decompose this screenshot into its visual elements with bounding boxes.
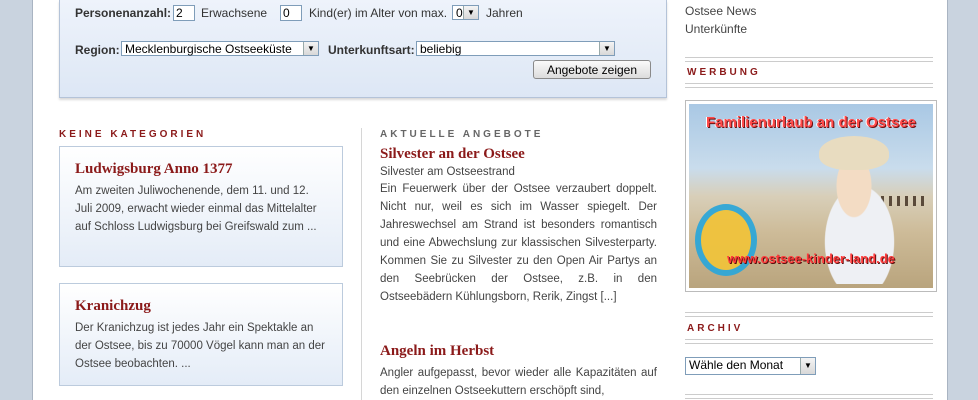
children-input[interactable]: 0: [280, 5, 302, 21]
page-container: Personenanzahl: 2 Erwachsene 0 Kind(er) …: [32, 0, 948, 400]
region-label: Region:: [75, 43, 120, 57]
offer-subtitle: Silvester am Ostseestrand: [380, 166, 515, 178]
sidebar-link-unterkuenfte[interactable]: Unterkünfte: [685, 22, 747, 36]
ad-title: Familienurlaub an der Ostsee: [705, 114, 917, 131]
offer-title[interactable]: Angeln im Herbst: [380, 343, 657, 360]
sidebar-link-ostsee-news[interactable]: Ostsee News: [685, 4, 756, 18]
column-divider: [361, 128, 362, 400]
accommodation-type-label: Unterkunftsart:: [328, 43, 415, 57]
sun-hat: [819, 136, 889, 170]
chevron-down-icon[interactable]: ▼: [800, 358, 815, 374]
children-label: Kind(er) im Alter von max.: [309, 6, 448, 20]
event-card-title[interactable]: Kranichzug: [75, 298, 328, 315]
ad-heading: WERBUNG: [687, 67, 761, 78]
event-card-text: Am zweiten Juliwochenende, dem 11. und 1…: [75, 185, 317, 233]
region-select[interactable]: Mecklenburgische Ostseeküste ▼: [121, 41, 319, 56]
accommodation-type-value: beliebig: [420, 42, 462, 56]
region-value: Mecklenburgische Ostseeküste: [125, 42, 292, 56]
chevron-down-icon[interactable]: ▼: [463, 6, 478, 19]
archive-heading: ARCHIV: [687, 323, 744, 334]
ad-url: www.ostsee-kinder-land.de: [727, 251, 895, 266]
persons-label: Personenanzahl:: [75, 6, 172, 20]
adults-label: Erwachsene: [201, 6, 268, 20]
ad-image[interactable]: Familienurlaub an der Ostsee www.ostsee-…: [689, 104, 933, 288]
years-label: Jahren: [486, 6, 523, 20]
show-offers-button[interactable]: Angebote zeigen: [533, 60, 651, 79]
sidebar-divider: [685, 394, 933, 399]
offer-text: Angler aufgepasst, bevor wieder alle Kap…: [380, 367, 657, 397]
event-card[interactable]: Ludwigsburg Anno 1377 Am zweiten Juliwoc…: [59, 146, 343, 267]
ad-banner[interactable]: Familienurlaub an der Ostsee www.ostsee-…: [685, 100, 937, 292]
offer-text: Ein Feuerwerk über der Ostsee verzaubert…: [380, 183, 657, 303]
offer-item: Angeln im Herbst Angler aufgepasst, bevo…: [380, 343, 657, 400]
event-card-title[interactable]: Ludwigsburg Anno 1377: [75, 161, 328, 178]
archive-month-value: Wähle den Monat: [689, 358, 784, 372]
accommodation-search-form: Personenanzahl: 2 Erwachsene 0 Kind(er) …: [59, 0, 667, 98]
chevron-down-icon[interactable]: ▼: [599, 42, 614, 55]
no-categories-heading: KEINE KATEGORIEN: [59, 129, 207, 140]
adults-input[interactable]: 2: [173, 5, 195, 21]
sidebar-divider: [685, 339, 933, 344]
sidebar-divider: [685, 312, 933, 317]
current-offers-heading: AKTUELLE ANGEBOTE: [380, 129, 544, 140]
sidebar-divider: [685, 83, 933, 88]
archive-month-select[interactable]: Wähle den Monat ▼: [685, 357, 816, 375]
offer-item: Silvester an der Ostsee Silvester am Ost…: [380, 146, 657, 306]
accommodation-type-select[interactable]: beliebig ▼: [416, 41, 615, 56]
child-age-select[interactable]: 0 ▼: [452, 5, 479, 20]
child-age-value: 0: [456, 6, 463, 20]
chevron-down-icon[interactable]: ▼: [303, 42, 318, 55]
offer-title[interactable]: Silvester an der Ostsee: [380, 146, 657, 163]
event-card[interactable]: Kranichzug Der Kranichzug ist jedes Jahr…: [59, 283, 343, 386]
sidebar-divider: [685, 57, 933, 62]
event-card-text: Der Kranichzug ist jedes Jahr ein Spekta…: [75, 322, 325, 370]
